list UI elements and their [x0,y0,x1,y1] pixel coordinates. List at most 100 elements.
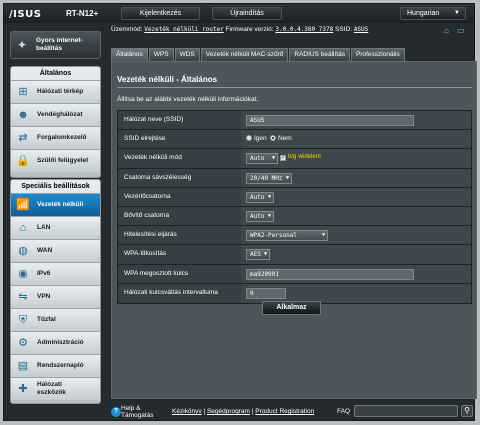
checkbox-checked-icon: ✓ [280,155,286,162]
chevron-down-icon: ▼ [454,10,460,16]
quick-internet-setup-button[interactable]: ✦ Gyors internet-beállítás [10,31,101,59]
faq-search-input[interactable] [354,405,458,417]
footer: ? Help & Támogatás Kézikönyv | Segédprog… [111,402,477,422]
bandwidth-row: Csatorna sávszélesség 20/40 MHz ▼ [118,168,471,188]
quick-setup-label: Gyors internet-beállítás [36,37,83,52]
sidebar-item-firewall[interactable]: ⛨ Tűzfal [11,308,100,331]
sidebar-item-lan[interactable]: ⌂ LAN [11,216,100,239]
key-rotation-input[interactable]: 0 [246,287,286,299]
status-icons: ⌂ ▭ [444,26,472,36]
bandwidth-select[interactable]: 20/40 MHz ▼ [246,172,292,184]
extension-channel-select[interactable]: Auto ▼ [246,210,274,222]
sidebar-item-label: Rendszernapló [37,362,84,369]
main-panel: Vezeték nélküli - Általános Állítsa be a… [111,61,477,399]
chevron-down-icon: ▼ [271,155,275,162]
hide-ssid-no-radio[interactable]: Nem [270,135,292,142]
search-icon[interactable]: ⚲ [461,405,473,417]
sidebar-item-wireless[interactable]: 📶 Vezeték nélküli [11,193,100,216]
wpa-psk-input[interactable]: ma920901 [246,268,414,280]
tab-professional[interactable]: Professzionális [350,48,405,61]
product-registration-link[interactable]: Product Registration [255,408,314,415]
tab-mac-filter[interactable]: Vezeték nélküli MAC-szűrő [200,48,289,61]
firewall-icon: ⛨ [18,314,28,326]
control-channel-select[interactable]: Auto ▼ [246,191,274,203]
lan-icon: ⌂ [19,222,27,234]
select-value: Auto [250,193,265,201]
chevron-down-icon: ▼ [285,174,289,181]
hide-ssid-yes-radio[interactable]: Igen [246,135,267,142]
select-value: AES [250,251,261,259]
help-line-1: Help & [121,405,141,412]
wireless-icon: 📶 [16,199,30,211]
sidebar-item-network-map[interactable]: ⊞ Hálózati térkép [11,80,100,103]
advanced-menu: Speciális beállítások 📶 Vezeték nélküli … [10,179,101,404]
logout-button[interactable]: Kijelentkezés [121,7,200,20]
usb-status-icon[interactable]: ▭ [457,26,467,35]
chevron-down-icon: ▼ [263,251,267,258]
radio-dot [246,135,252,142]
reboot-button[interactable]: Újraindítás [212,7,282,20]
control-channel-row: Vezérlőcsatorna Auto ▼ [118,187,471,207]
radio-yes-label: Igen [254,135,267,143]
sidebar-item-label: Adminisztráció [37,339,84,346]
language-select[interactable]: Hungarian ▼ [400,7,466,20]
sidebar-item-ipv6[interactable]: ◉ IPv6 [11,262,100,285]
status-bar: Üzemmód: Vezeték nélküli router Firmware… [111,26,368,33]
title-divider [117,87,472,88]
page-title: Vezeték nélküli - Általános [117,75,218,84]
radio-no-label: Nem [278,135,292,143]
vpn-icon: ⇋ [18,291,28,303]
wpa-psk-row: WPA megosztott kulcs ma920901 [118,264,471,284]
manual-link[interactable]: Kézikönyv [172,408,202,415]
auth-method-select[interactable]: WPA2-Personal ▼ [246,230,328,242]
sidebar-item-network-tools[interactable]: ✚ Hálózati eszközök [11,377,100,400]
settings-table: Hálózat neve (SSID) ASUS SSID elrejtése … [117,110,472,304]
sidebar-item-guest-network[interactable]: ☻ Vendéghálózat [11,103,100,126]
sidebar-item-label: Hálózati térkép [37,88,84,95]
advanced-header: Speciális beállítások [21,183,90,190]
tab-bar: Általános WPS WDS Vezeték nélküli MAC-szűrő… [111,48,406,61]
ssid-value-link[interactable]: ASUS [354,26,368,33]
tab-wps[interactable]: WPS [148,48,174,61]
help-support-link[interactable]: Help & Támogatás [121,405,154,419]
bg-protection-checkbox[interactable]: ✓ b/g védelem [280,154,321,162]
guest-network-icon: ☻ [17,109,29,121]
hide-ssid-label: SSID elrejtése [118,130,241,149]
sidebar-item-wan[interactable]: ◍ WAN [11,239,100,262]
sidebar-item-system-log[interactable]: ▤ Rendszernapló [11,354,100,377]
wpa-encryption-select[interactable]: AES ▼ [246,249,270,261]
tab-wds[interactable]: WDS [174,48,200,61]
sidebar-item-administration[interactable]: ⚙ Adminisztráció [11,331,100,354]
separator: | [251,408,254,415]
utility-link[interactable]: Segédprogram [207,408,250,415]
wireless-mode-select[interactable]: Auto ▼ [246,153,278,165]
sidebar-item-traffic-manager[interactable]: ⇄ Forgalomkezelő [11,126,100,149]
mode-value-link[interactable]: Vezeték nélküli router [144,26,223,33]
mode-label: Üzemmód: [111,26,143,33]
sidebar-item-vpn[interactable]: ⇋ VPN [11,285,100,308]
tab-radius[interactable]: RADIUS beállítás [289,48,350,61]
traffic-manager-icon: ⇄ [18,132,28,144]
hide-ssid-row: SSID elrejtése Igen Nem [118,130,471,150]
ssid-input[interactable]: ASUS [246,115,414,126]
sidebar-item-parental-control[interactable]: 🔒 Szülői felügyelet [11,149,100,172]
extension-channel-row: Bővítő csatorna Auto ▼ [118,206,471,227]
network-tools-icon: ✚ [18,383,28,395]
top-bar: /ISUS RT-N12+ Kijelentkezés Újraindítás … [4,4,474,23]
select-value: WPA2-Personal [250,232,297,240]
tab-general[interactable]: Általános [111,48,148,61]
radio-dot-selected [270,135,276,142]
network-map-icon: ⊞ [18,86,28,98]
sidebar-item-label: VPN [37,293,51,300]
sidebar-item-label: Vendéghálózat [37,111,83,118]
sidebar-item-label: Szülői felügyelet [37,157,89,164]
apply-button[interactable]: Alkalmaz [262,301,321,315]
sidebar-item-label: Hálózati eszközök [37,381,66,396]
chevron-down-icon: ▼ [267,212,271,219]
control-channel-label: Vezérlőcsatorna [118,187,241,206]
firmware-value-link[interactable]: 3.0.0.4.380_7378 [275,26,333,33]
wan-icon: ◍ [18,245,28,257]
network-status-icon[interactable]: ⌂ [444,26,454,35]
help-icon: ? [111,407,121,417]
auth-method-label: Hitelesítési eljárás [118,226,241,245]
